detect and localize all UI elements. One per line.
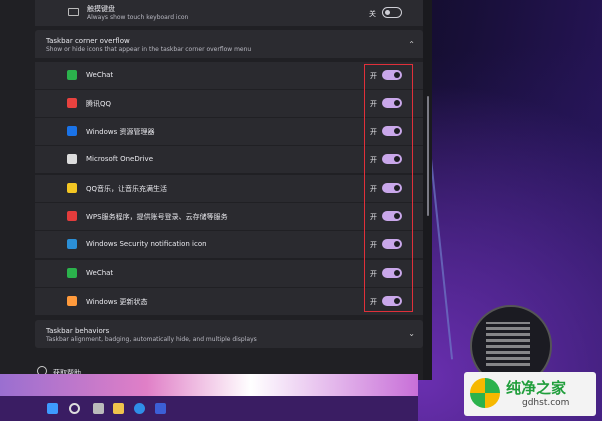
taskbar-behaviors-header[interactable]: Taskbar behaviors Taskbar alignment, bad… xyxy=(35,320,423,348)
touch-keyboard-row[interactable]: 触摸键盘 Always show touch keyboard icon 关 xyxy=(35,0,423,26)
section-title: Taskbar behaviors xyxy=(46,327,110,335)
watermark-url: gdhst.com xyxy=(522,398,570,408)
search-icon[interactable] xyxy=(69,403,80,414)
file-explorer-icon[interactable] xyxy=(113,403,124,414)
start-icon[interactable] xyxy=(47,403,58,414)
keyboard-icon xyxy=(68,8,79,16)
security-icon xyxy=(67,239,77,249)
touch-keyboard-toggle[interactable] xyxy=(382,7,402,18)
wps-icon xyxy=(67,211,77,221)
toggle-state-label: 关 xyxy=(369,10,376,18)
qq-icon xyxy=(67,98,77,108)
qr-pattern xyxy=(486,322,530,366)
windows-update-icon xyxy=(67,296,77,306)
edge-icon[interactable] xyxy=(134,403,145,414)
watermark: 纯净之家 gdhst.com xyxy=(464,372,596,416)
app-label: WeChat xyxy=(86,269,114,277)
app-label: WeChat xyxy=(86,71,114,79)
taskbar-corner-overflow-header[interactable]: Taskbar corner overflow Show or hide ico… xyxy=(35,30,423,58)
wechat-icon xyxy=(67,268,77,278)
app-label: 腾讯QQ xyxy=(86,100,112,108)
app-label: Windows 更新状态 xyxy=(86,298,148,306)
app-label: Windows Security notification icon xyxy=(86,240,207,248)
settings-window: 触摸键盘 Always show touch keyboard icon 关 T… xyxy=(0,0,423,380)
section-subtitle: Show or hide icons that appear in the ta… xyxy=(46,46,252,53)
highlight-box xyxy=(364,64,413,312)
chevron-up-icon[interactable]: ⌃ xyxy=(408,40,415,49)
touch-keyboard-subtitle: Always show touch keyboard icon xyxy=(87,14,189,21)
bluetooth-icon xyxy=(67,126,77,136)
section-title: Taskbar corner overflow xyxy=(46,37,130,45)
chevron-down-icon[interactable]: ⌄ xyxy=(408,329,415,338)
store-icon[interactable] xyxy=(155,403,166,414)
taskbar xyxy=(0,396,418,421)
app-label: QQ音乐，让音乐充满生活 xyxy=(86,185,168,193)
app-label: WPS服务程序，提供账号登录、云存储等服务 xyxy=(86,213,228,221)
onedrive-icon xyxy=(67,154,77,164)
scrollbar-thumb[interactable] xyxy=(427,96,429,216)
watermark-logo-icon xyxy=(470,378,500,408)
task-view-icon[interactable] xyxy=(93,403,104,414)
touch-keyboard-title: 触摸键盘 xyxy=(87,5,115,13)
app-label: Windows 资源管理器 xyxy=(86,128,155,136)
qqmusic-icon xyxy=(67,183,77,193)
watermark-title: 纯净之家 xyxy=(506,379,567,397)
wechat-icon xyxy=(67,70,77,80)
section-subtitle: Taskbar alignment, badging, automaticall… xyxy=(46,336,257,343)
background-window-strip xyxy=(0,374,418,396)
app-label: Microsoft OneDrive xyxy=(86,155,153,163)
